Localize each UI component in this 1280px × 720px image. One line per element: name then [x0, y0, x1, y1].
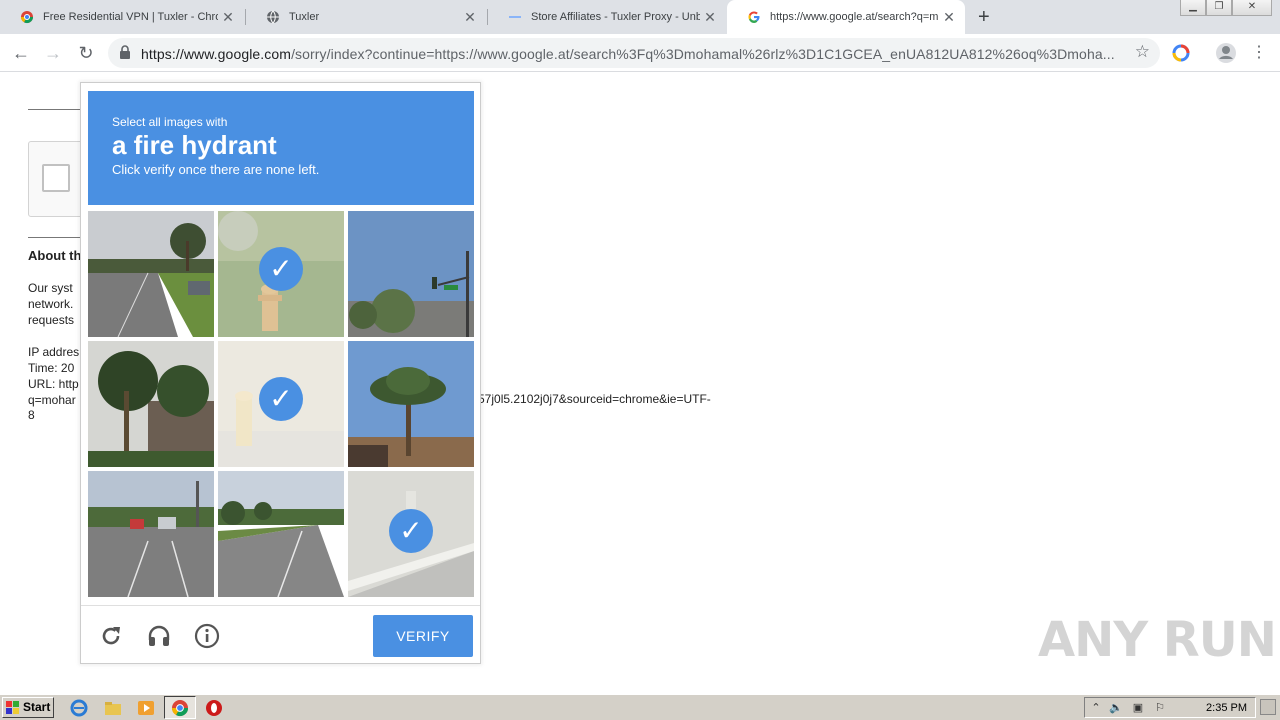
tab-tuxler[interactable]: Tuxler ✕ [246, 0, 486, 34]
selected-checkmark-icon: ✓ [259, 377, 303, 421]
reload-challenge-icon[interactable] [98, 623, 124, 649]
extension-icon[interactable] [1170, 42, 1192, 64]
audio-challenge-icon[interactable] [146, 623, 172, 649]
store-icon [508, 10, 522, 24]
folder-icon[interactable] [104, 699, 122, 717]
tab-title: https://www.google.at/search?q=moh [770, 11, 939, 23]
windows-flag-icon [6, 701, 19, 714]
opera-icon[interactable] [205, 699, 223, 717]
internet-explorer-icon[interactable] [70, 699, 88, 717]
show-desktop-button[interactable] [1260, 699, 1276, 715]
profile-avatar-icon[interactable] [1215, 42, 1237, 64]
new-tab-button[interactable]: + [978, 6, 990, 29]
body-line: requests [28, 313, 75, 327]
clock: 2:35 PM [1206, 702, 1247, 714]
info-icon[interactable] [194, 623, 220, 649]
body-line: Our syst [28, 281, 73, 295]
info-line: IP addres [28, 345, 80, 359]
start-button[interactable]: Start [2, 697, 54, 718]
image-grid: ✓ ✓ ✓ [88, 211, 474, 597]
minimize-icon[interactable]: ▁ [1180, 0, 1206, 16]
media-player-icon[interactable] [137, 699, 155, 717]
lock-icon [120, 45, 130, 59]
target-object: a fire hydrant [112, 130, 277, 160]
body-line: network. [28, 297, 74, 311]
divider [28, 109, 80, 110]
selected-checkmark-icon: ✓ [389, 509, 433, 553]
recaptcha-anchor-box [28, 141, 88, 217]
challenge-footer: VERIFY [81, 605, 480, 664]
about-heading: About th [28, 248, 82, 263]
restore-icon[interactable]: ❐ [1206, 0, 1232, 16]
chrome-webstore-icon [20, 10, 34, 24]
close-tab-icon[interactable]: ✕ [460, 9, 480, 26]
info-line: URL: http [28, 377, 79, 391]
image-tile-street-cars[interactable] [88, 471, 214, 597]
action-center-flag-icon[interactable]: ⚐ [1153, 701, 1167, 715]
google-icon [747, 10, 761, 24]
close-tab-icon[interactable]: ✕ [939, 9, 959, 26]
browser-toolbar: ← → ↻ https://www.google.com/sorry/index… [0, 34, 1280, 72]
windows-taskbar: Start ⌃ 🔈 ▣ ⚐ 2:35 PM [0, 694, 1280, 720]
url-path: /sorry/index?continue=https://www.google… [291, 46, 1115, 62]
tray-expand-icon[interactable]: ⌃ [1089, 701, 1103, 715]
tab-store-affiliates[interactable]: Store Affiliates - Tuxler Proxy - Unbloc… [488, 0, 726, 34]
info-line: q=mohar [28, 393, 76, 407]
image-tile-palm-tree-sunset[interactable] [348, 341, 474, 467]
tab-title: Tuxler [289, 11, 320, 23]
image-tile-palm-trees[interactable] [88, 341, 214, 467]
challenge-header: Select all images with a fire hydrant Cl… [88, 91, 474, 205]
instruction-subtext: Click verify once there are none left. [112, 162, 320, 177]
back-icon[interactable]: ← [8, 40, 34, 66]
recaptcha-challenge: Select all images with a fire hydrant Cl… [80, 82, 481, 664]
address-bar[interactable]: https://www.google.com/sorry/index?conti… [108, 38, 1160, 68]
image-tile-sidewalk[interactable]: ✓ [348, 471, 474, 597]
anyrun-watermark: ANY RUN [1038, 612, 1277, 668]
network-icon[interactable]: ▣ [1131, 701, 1145, 715]
selected-checkmark-icon: ✓ [259, 247, 303, 291]
close-tab-icon[interactable]: ✕ [218, 9, 238, 26]
url-host: https://www.google.com [141, 46, 292, 62]
volume-icon[interactable]: 🔈 [1109, 701, 1123, 715]
bookmark-star-icon[interactable]: ☆ [1135, 42, 1150, 62]
divider [28, 237, 80, 238]
image-tile-street-road[interactable] [88, 211, 214, 337]
reload-icon[interactable]: ↻ [73, 40, 99, 66]
image-tile-traffic-light[interactable] [348, 211, 474, 337]
menu-kebab-icon[interactable]: ⋮ [1246, 40, 1272, 66]
taskbar-chrome-button[interactable] [164, 696, 196, 719]
recaptcha-checkbox[interactable] [42, 164, 70, 192]
system-tray: ⌃ 🔈 ▣ ⚐ 2:35 PM [1084, 697, 1256, 718]
globe-icon [266, 10, 280, 24]
forward-icon[interactable]: → [40, 40, 66, 66]
tab-title: Free Residential VPN | Tuxler - Chrome [43, 11, 218, 23]
url-tail-text: 57j0l5.2102j0j7&sourceid=chrome&ie=UTF- [478, 392, 711, 406]
tab-tuxler-chrome[interactable]: Free Residential VPN | Tuxler - Chrome ✕ [0, 0, 244, 34]
url-tail-text-2: 8 [28, 408, 35, 422]
verify-button[interactable]: VERIFY [373, 615, 473, 657]
instruction-text: Select all images with [112, 115, 228, 129]
close-window-icon[interactable]: ✕ [1232, 0, 1272, 16]
url-text: https://www.google.com/sorry/index?conti… [141, 46, 1121, 62]
tab-google-search[interactable]: https://www.google.at/search?q=moh ✕ [727, 0, 965, 34]
tab-title: Store Affiliates - Tuxler Proxy - Unbloc… [531, 11, 700, 23]
tab-strip: Free Residential VPN | Tuxler - Chrome ✕… [0, 0, 1280, 34]
chrome-icon [171, 700, 189, 717]
image-tile-street-road-2[interactable] [218, 471, 344, 597]
image-tile-fire-hydrant[interactable]: ✓ [218, 211, 344, 337]
close-tab-icon[interactable]: ✕ [700, 9, 720, 26]
start-label: Start [23, 700, 51, 714]
window-controls: ▁ ❐ ✕ [1180, 0, 1272, 16]
image-tile-fire-hydrant-faded[interactable]: ✓ [218, 341, 344, 467]
info-line: Time: 20 [28, 361, 75, 375]
